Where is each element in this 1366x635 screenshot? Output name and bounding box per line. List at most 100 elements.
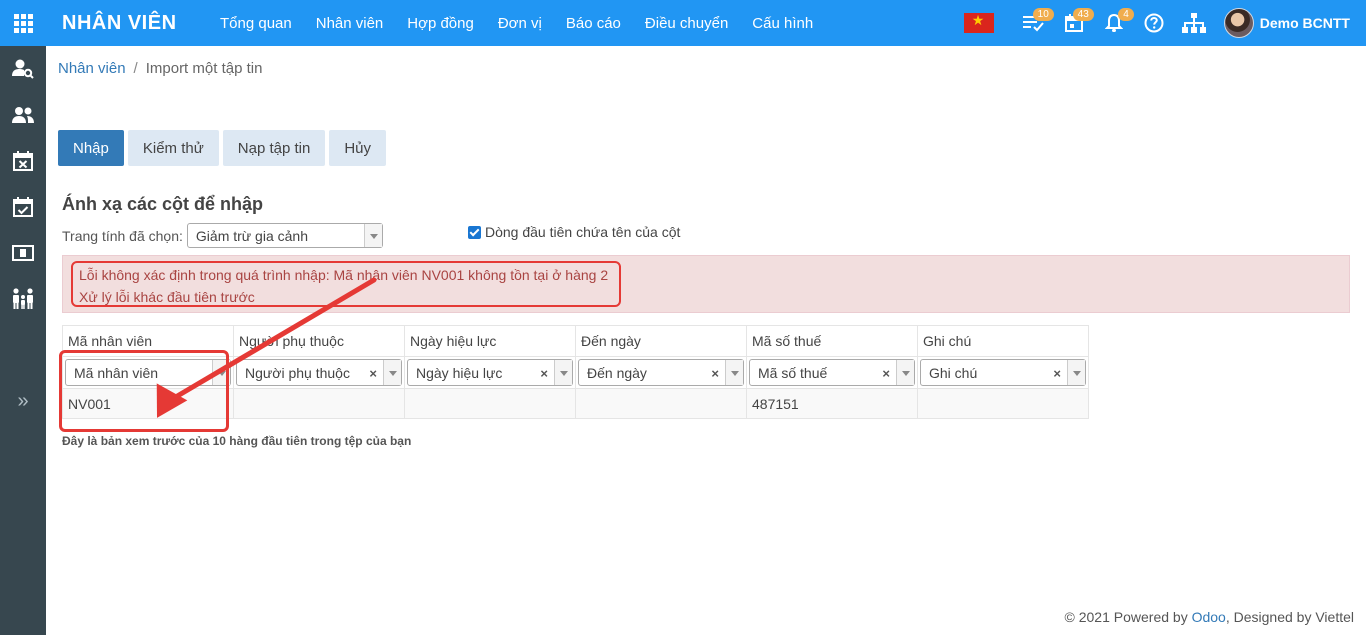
- table-cell: 487151: [746, 388, 918, 419]
- sidebar-expand-icon[interactable]: »: [0, 386, 46, 416]
- breadcrumb-separator: /: [133, 60, 138, 77]
- sidebar-item-leave[interactable]: [0, 138, 46, 184]
- breadcrumb-current: Import một tập tin: [145, 60, 263, 77]
- sidebar-item-employees[interactable]: [0, 92, 46, 138]
- calendar-button[interactable]: 43: [1054, 0, 1094, 46]
- clear-icon[interactable]: ×: [540, 366, 548, 381]
- calendar-badge: 43: [1072, 8, 1094, 21]
- main-menu: Tổng quan Nhân viên Hợp đồng Đơn vị Báo …: [220, 15, 837, 32]
- language-flag-icon[interactable]: [963, 12, 994, 33]
- column-header: Ngày hiệu lực: [404, 325, 576, 357]
- field-cell: Ngày hiệu lực ×: [404, 356, 576, 389]
- top-navbar: NHÂN VIÊN Tổng quan Nhân viên Hợp đồng Đ…: [0, 0, 1366, 46]
- menu-item-transfers[interactable]: Điều chuyển: [645, 15, 728, 32]
- table-cell: [917, 388, 1089, 419]
- breadcrumb-parent-link[interactable]: Nhân viên: [58, 60, 126, 77]
- field-select-value: Ngày hiệu lực: [416, 365, 503, 381]
- dropdown-arrow-icon: [554, 360, 572, 385]
- header-row-option: Dòng đầu tiên chứa tên của cột: [468, 224, 680, 240]
- table-cell: [404, 388, 576, 419]
- clear-icon[interactable]: ×: [369, 366, 377, 381]
- notifications-button[interactable]: 4: [1094, 0, 1134, 46]
- help-icon: [1144, 13, 1164, 33]
- preview-note: Đây là bản xem trước của 10 hàng đầu tiê…: [62, 434, 412, 448]
- notifications-badge: 4: [1118, 8, 1134, 21]
- app-title: NHÂN VIÊN: [62, 11, 177, 34]
- sheet-select-value: Giảm trừ gia cảnh: [195, 228, 308, 244]
- field-select-note[interactable]: Ghi chú ×: [920, 359, 1086, 386]
- menu-item-contracts[interactable]: Hợp đồng: [407, 15, 474, 32]
- dropdown-arrow-icon: [1067, 360, 1085, 385]
- field-select-value: Người phụ thuộc: [245, 365, 350, 381]
- table-cell: [575, 388, 747, 419]
- calendar-x-icon: [13, 151, 33, 171]
- footer: © 2021 Powered by Odoo, Designed by Viet…: [1065, 609, 1354, 625]
- dropdown-arrow-icon: [896, 360, 914, 385]
- field-select-value: Ghi chú: [929, 365, 978, 381]
- field-select-tax-code[interactable]: Mã số thuế ×: [749, 359, 915, 386]
- clear-icon[interactable]: ×: [711, 366, 719, 381]
- field-select-value: Đến ngày: [587, 365, 647, 381]
- dropdown-arrow-icon: [363, 224, 382, 247]
- header-row-checkbox[interactable]: [468, 225, 481, 239]
- column-header: Mã số thuế: [746, 325, 918, 357]
- user-menu[interactable]: Demo BCNTT: [1223, 8, 1350, 38]
- org-chart-button[interactable]: [1174, 0, 1214, 46]
- sidebar-item-payroll[interactable]: [0, 230, 46, 276]
- menu-item-employees[interactable]: Nhân viên: [316, 15, 384, 32]
- field-cell: Ghi chú ×: [917, 356, 1089, 389]
- sidebar: »: [0, 46, 46, 635]
- menu-item-configuration[interactable]: Cấu hình: [752, 15, 813, 32]
- header-row-checkbox-label: Dòng đầu tiên chứa tên của cột: [485, 224, 681, 240]
- breadcrumb: Nhân viên / Import một tập tin: [58, 60, 262, 77]
- reload-file-button[interactable]: Nạp tập tin: [222, 130, 326, 166]
- column-header: Ghi chú: [917, 325, 1089, 357]
- menu-item-reports[interactable]: Báo cáo: [566, 15, 621, 32]
- field-cell: Đến ngày ×: [575, 356, 747, 389]
- activities-button[interactable]: 10: [1014, 0, 1054, 46]
- error-highlight-box: [71, 261, 621, 307]
- menu-item-overview[interactable]: Tổng quan: [220, 15, 292, 32]
- error-alert: Lỗi không xác định trong quá trình nhập:…: [62, 255, 1350, 313]
- sidebar-item-family[interactable]: [0, 276, 46, 322]
- footer-suffix: , Designed by Viettel: [1225, 609, 1354, 625]
- org-chart-icon: [1181, 13, 1206, 33]
- mapping-title: Ánh xạ các cột để nhập: [62, 194, 264, 214]
- users-icon: [12, 107, 34, 123]
- field-select-effective-date[interactable]: Ngày hiệu lực ×: [407, 359, 573, 386]
- sheet-label: Trang tính đã chọn:: [62, 227, 183, 244]
- dropdown-arrow-icon: [383, 360, 401, 385]
- import-button[interactable]: Nhập: [58, 130, 124, 166]
- user-search-icon: [12, 59, 34, 79]
- family-icon: [13, 288, 33, 309]
- field-select-end-date[interactable]: Đến ngày ×: [578, 359, 744, 386]
- apps-menu-icon[interactable]: [0, 0, 46, 46]
- sheet-selector-row: Trang tính đã chọn: Giảm trừ gia cảnh: [62, 223, 383, 248]
- table-cell: [233, 388, 405, 419]
- test-button[interactable]: Kiểm thử: [127, 130, 219, 166]
- annotation-highlight-box: [59, 350, 229, 432]
- footer-odoo-link[interactable]: Odoo: [1192, 609, 1226, 625]
- footer-prefix: © 2021 Powered by: [1064, 609, 1192, 625]
- clear-icon[interactable]: ×: [1053, 366, 1061, 381]
- user-name: Demo BCNTT: [1259, 15, 1350, 31]
- action-buttons: Nhập Kiểm thử Nạp tập tin Hủy: [58, 130, 390, 166]
- clear-icon[interactable]: ×: [882, 366, 890, 381]
- money-icon: [12, 245, 34, 261]
- sidebar-item-attendance[interactable]: [0, 184, 46, 230]
- column-header: Đến ngày: [575, 325, 747, 357]
- sheet-select[interactable]: Giảm trừ gia cảnh: [186, 223, 383, 248]
- field-select-value: Mã số thuế: [758, 365, 828, 381]
- field-cell: Người phụ thuộc ×: [233, 356, 405, 389]
- avatar: [1223, 8, 1254, 38]
- activities-badge: 10: [1032, 8, 1054, 21]
- sidebar-item-employee-search[interactable]: [0, 46, 46, 92]
- help-button[interactable]: [1134, 0, 1174, 46]
- menu-item-departments[interactable]: Đơn vị: [498, 15, 542, 32]
- column-header: Người phụ thuộc: [233, 325, 405, 357]
- cancel-button[interactable]: Hủy: [329, 130, 386, 166]
- field-cell: Mã số thuế ×: [746, 356, 918, 389]
- main-content: Nhân viên / Import một tập tin Nhập Kiểm t…: [46, 46, 1366, 635]
- calendar-check-icon: [13, 197, 33, 217]
- field-select-dependent[interactable]: Người phụ thuộc ×: [236, 359, 402, 386]
